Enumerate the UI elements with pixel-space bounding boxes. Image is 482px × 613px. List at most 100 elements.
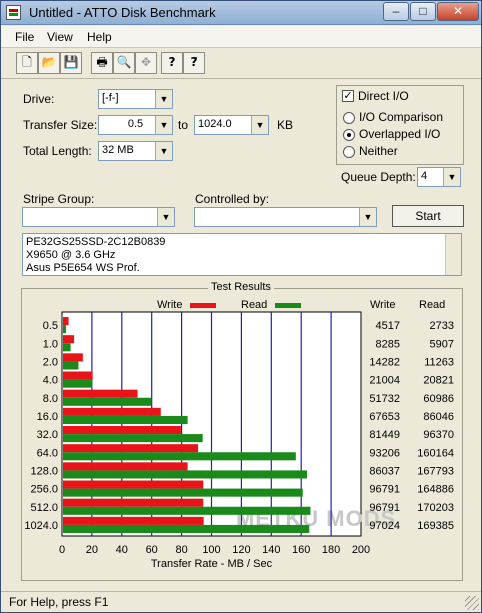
write-bar	[63, 516, 204, 525]
neither-radio[interactable]	[343, 146, 355, 158]
chevron-down-icon[interactable]: ▼	[155, 90, 172, 108]
write-bar	[63, 444, 199, 453]
read-value-label: 5907	[430, 338, 454, 350]
write-bar	[63, 498, 204, 507]
read-value-label: 20821	[423, 375, 454, 387]
title-bar[interactable]: Untitled - ATTO Disk Benchmark – □ ✕	[1, 1, 481, 25]
read-value-label: 170203	[417, 502, 454, 514]
write-bar	[63, 335, 75, 344]
drive-label: Drive:	[23, 92, 55, 106]
chevron-down-icon[interactable]: ▼	[155, 116, 172, 134]
drive-value: [-f-]	[102, 92, 119, 104]
y-tick-label: 2.0	[43, 356, 58, 368]
io-comparison-label[interactable]: I/O Comparison	[359, 110, 443, 124]
x-tick-label: 20	[86, 544, 98, 556]
queue-depth-select[interactable]: 4 ▼	[417, 167, 461, 187]
transfer-size-to-select[interactable]: 1024.0 ▼	[194, 115, 269, 135]
transfer-size-from-value: 0.5	[127, 118, 144, 130]
menu-view[interactable]: View	[47, 30, 73, 44]
write-value-label: 4517	[376, 320, 400, 332]
overlapped-io-radio[interactable]	[343, 129, 355, 141]
y-tick-label: 0.5	[43, 320, 58, 332]
write-bar	[63, 480, 204, 489]
maximize-button[interactable]: □	[410, 2, 436, 21]
read-bar	[63, 415, 188, 424]
chevron-down-icon[interactable]: ▼	[359, 208, 376, 226]
overlapped-io-label[interactable]: Overlapped I/O	[359, 127, 440, 141]
read-bar	[63, 488, 303, 497]
read-bar	[63, 361, 79, 370]
x-tick-label: 0	[59, 544, 65, 556]
close-button[interactable]: ✕	[437, 2, 479, 21]
read-value-label: 160164	[417, 447, 454, 459]
read-value-label: 169385	[417, 520, 454, 532]
description-textarea[interactable]: PE32GS25SSD-2C12B0839 X9650 @ 3.6 GHz As…	[22, 233, 462, 276]
stripe-group-select[interactable]: ▼	[22, 207, 175, 227]
menu-file[interactable]: File	[15, 30, 34, 44]
minimize-button[interactable]: –	[383, 2, 409, 21]
write-bar	[63, 371, 93, 380]
chevron-down-icon[interactable]: ▼	[251, 116, 268, 134]
y-tick-label: 1024.0	[24, 520, 58, 532]
write-bar	[63, 317, 69, 326]
total-length-label: Total Length:	[23, 144, 92, 158]
x-tick-label: 140	[262, 544, 280, 556]
read-bar	[63, 470, 307, 479]
move-icon[interactable]: ✥	[135, 52, 157, 74]
print-icon[interactable]: 🖶	[91, 52, 113, 74]
write-value-label: 97024	[369, 520, 400, 532]
resize-grip[interactable]	[465, 596, 479, 610]
y-tick-label: 8.0	[43, 393, 58, 405]
chevron-down-icon[interactable]: ▼	[157, 208, 174, 226]
read-value-label: 86046	[423, 411, 454, 423]
write-bar	[63, 353, 83, 362]
chevron-down-icon[interactable]: ▼	[155, 142, 172, 160]
read-bar	[63, 379, 93, 388]
read-bar	[63, 506, 311, 515]
write-value-label: 8285	[376, 338, 400, 350]
context-help-icon[interactable]: ?⃗	[183, 52, 205, 74]
description-line: X9650 @ 3.6 GHz	[26, 249, 116, 261]
read-bar	[63, 452, 296, 461]
write-value-label: 96791	[369, 484, 400, 496]
new-file-icon[interactable]: 🗋	[16, 52, 38, 74]
description-line: Asus P5E654 WS Prof.	[26, 262, 140, 274]
x-tick-label: 60	[146, 544, 158, 556]
chevron-down-icon[interactable]: ▼	[443, 168, 460, 186]
start-button[interactable]: Start	[392, 205, 464, 227]
print-preview-icon[interactable]: 🔍	[113, 52, 135, 74]
write-value-label: 21004	[369, 375, 400, 387]
description-line: PE32GS25SSD-2C12B0839	[26, 236, 166, 248]
transfer-size-from-select[interactable]: 0.5 ▼	[98, 115, 173, 135]
benchmark-chart: METKU MODS0 20 40 60 80 100 120 140 160 180 200Tra…	[24, 311, 454, 570]
transfer-size-to-value: 1024.0	[198, 118, 232, 130]
neither-label[interactable]: Neither	[359, 144, 398, 158]
queue-depth-value: 4	[421, 170, 428, 182]
kb-label: KB	[277, 118, 294, 132]
read-bar	[63, 343, 71, 352]
x-tick-label: 180	[322, 544, 340, 556]
write-value-label: 67653	[369, 411, 400, 423]
queue-depth-label: Queue Depth:	[341, 170, 416, 184]
open-folder-icon[interactable]: 📂	[38, 52, 60, 74]
write-bar	[63, 462, 188, 471]
write-value-label: 96791	[369, 502, 400, 514]
io-comparison-radio[interactable]	[343, 112, 355, 124]
controlled-by-select[interactable]: ▼	[194, 207, 377, 227]
write-value-label: 51732	[369, 393, 400, 405]
save-icon[interactable]: 💾	[60, 52, 82, 74]
x-tick-label: 40	[116, 544, 128, 556]
menu-help[interactable]: Help	[87, 30, 112, 44]
description-scrollbar[interactable]	[445, 234, 461, 275]
total-length-select[interactable]: 32 MB ▼	[98, 141, 173, 161]
status-text: For Help, press F1	[9, 595, 109, 609]
transfer-size-label: Transfer Size:	[23, 118, 98, 132]
to-label: to	[178, 118, 189, 132]
drive-select[interactable]: [-f-] ▼	[98, 89, 173, 109]
read-value-label: 164886	[417, 484, 454, 496]
help-icon[interactable]: ?	[161, 52, 183, 74]
read-value-label: 167793	[417, 465, 454, 477]
x-tick-label: 80	[175, 544, 187, 556]
y-tick-label: 256.0	[30, 484, 58, 496]
write-value-label: 93206	[369, 447, 400, 459]
